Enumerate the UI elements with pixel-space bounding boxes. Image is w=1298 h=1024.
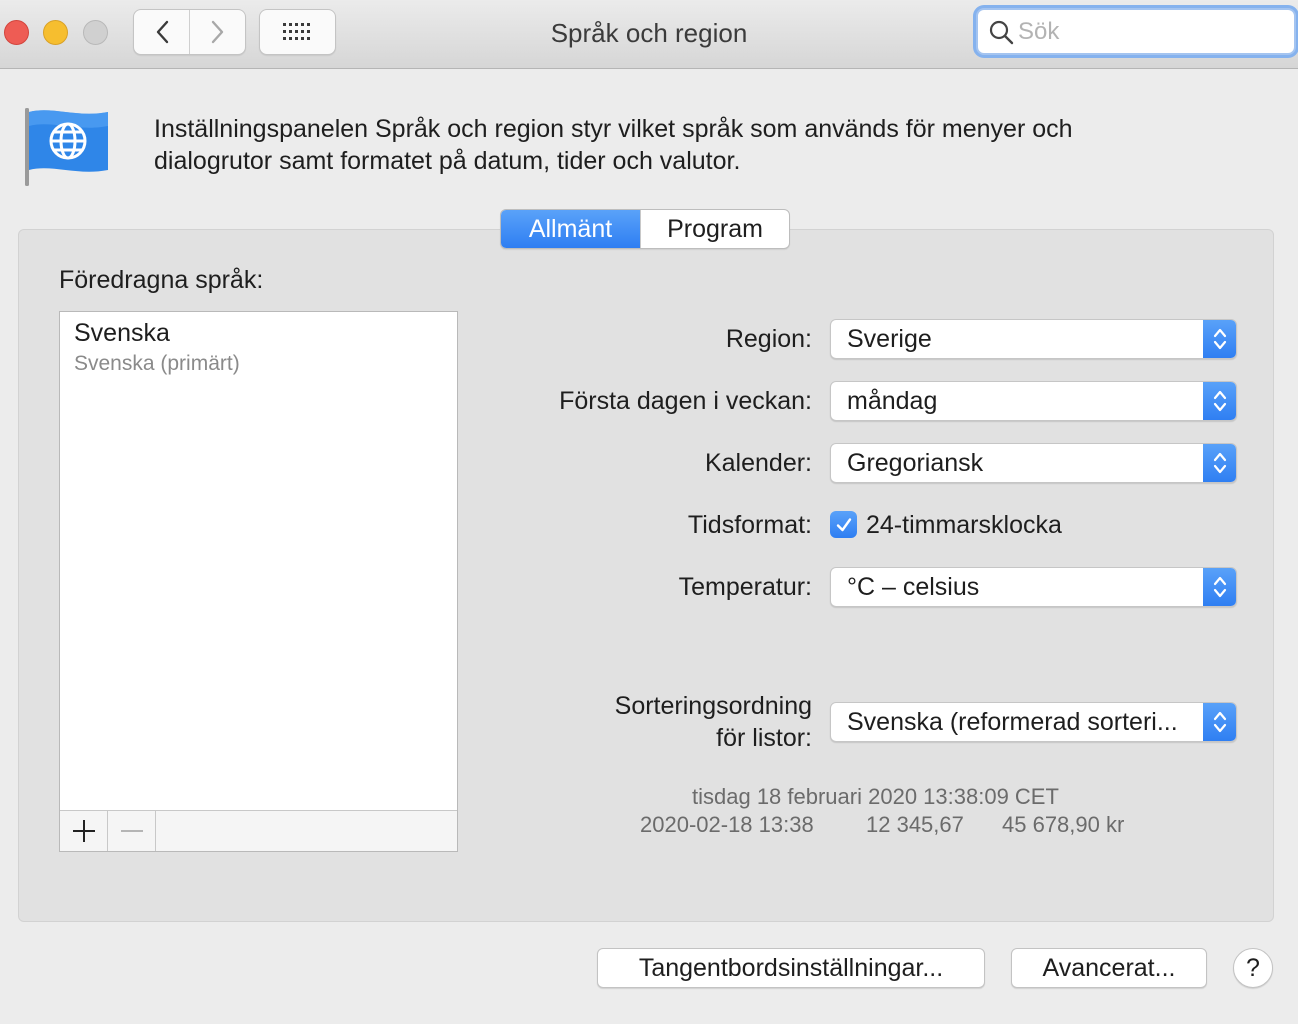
advanced-button[interactable]: Avancerat... bbox=[1011, 948, 1207, 988]
tab-bar: Allmänt Program bbox=[500, 209, 790, 249]
minus-icon bbox=[120, 830, 143, 832]
search-icon bbox=[989, 20, 1014, 44]
remove-language-button[interactable] bbox=[108, 811, 156, 851]
language-name: Svenska bbox=[74, 319, 170, 347]
sample-datetime-long: tisdag 18 februari 2020 13:38:09 CET bbox=[692, 784, 1059, 809]
sort-order-label-line2: för listor: bbox=[716, 724, 812, 752]
language-detail: Svenska (primärt) bbox=[74, 352, 240, 375]
first-day-value: måndag bbox=[847, 386, 938, 415]
sort-order-value: Svenska (reformerad sorteri... bbox=[847, 707, 1178, 736]
preferred-languages-heading: Föredragna språk: bbox=[59, 266, 264, 294]
title-bar: Språk och region bbox=[0, 0, 1298, 69]
sample-datetime-short: 2020-02-18 13:38 bbox=[640, 812, 814, 837]
plus-icon bbox=[72, 820, 95, 842]
add-language-button[interactable] bbox=[60, 811, 108, 851]
24-hour-checkbox[interactable] bbox=[830, 511, 857, 538]
temperature-label: Temperatur: bbox=[678, 573, 812, 601]
region-label: Region: bbox=[725, 325, 812, 353]
sort-order-label-line1: Sorteringsordning bbox=[614, 692, 812, 720]
first-day-label: Första dagen i veckan: bbox=[559, 387, 812, 415]
search-input[interactable] bbox=[1018, 17, 1288, 46]
updown-chevron-icon bbox=[1203, 568, 1236, 606]
language-list[interactable]: Svenska Svenska (primärt) bbox=[59, 311, 458, 852]
updown-chevron-icon bbox=[1203, 703, 1236, 741]
temperature-popup[interactable]: °C – celsius bbox=[830, 567, 1237, 607]
temperature-value: °C – celsius bbox=[847, 572, 980, 601]
calendar-value: Gregoriansk bbox=[847, 448, 984, 477]
checkmark-icon bbox=[836, 517, 851, 531]
region-popup[interactable]: Sverige bbox=[830, 319, 1237, 359]
keyboard-preferences-button[interactable]: Tangentbordsinställningar... bbox=[597, 948, 985, 988]
updown-chevron-icon bbox=[1203, 382, 1236, 420]
24-hour-label[interactable]: 24-timmarsklocka bbox=[866, 511, 1062, 540]
list-item[interactable]: Svenska Svenska (primärt) bbox=[74, 319, 240, 376]
sample-currency: 45 678,90 kr bbox=[1002, 812, 1125, 837]
panel-description: Inställningspanelen Språk och region sty… bbox=[154, 115, 1073, 175]
first-day-popup[interactable]: måndag bbox=[830, 381, 1237, 421]
sample-number: 12 345,67 bbox=[866, 812, 964, 837]
calendar-popup[interactable]: Gregoriansk bbox=[830, 443, 1237, 483]
updown-chevron-icon bbox=[1203, 444, 1236, 482]
language-region-icon bbox=[25, 108, 108, 186]
help-button[interactable]: ? bbox=[1233, 948, 1273, 988]
tab-apps[interactable]: Program bbox=[640, 210, 789, 248]
search-field[interactable] bbox=[976, 8, 1296, 55]
time-format-label: Tidsformat: bbox=[687, 511, 812, 539]
sort-order-popup[interactable]: Svenska (reformerad sorteri... bbox=[830, 702, 1237, 742]
list-toolbar bbox=[60, 810, 457, 851]
region-value: Sverige bbox=[847, 324, 932, 353]
tab-general[interactable]: Allmänt bbox=[501, 210, 640, 248]
sort-order-label: Sorteringsordning för listor: bbox=[615, 690, 812, 754]
updown-chevron-icon bbox=[1203, 320, 1236, 358]
calendar-label: Kalender: bbox=[704, 449, 812, 477]
